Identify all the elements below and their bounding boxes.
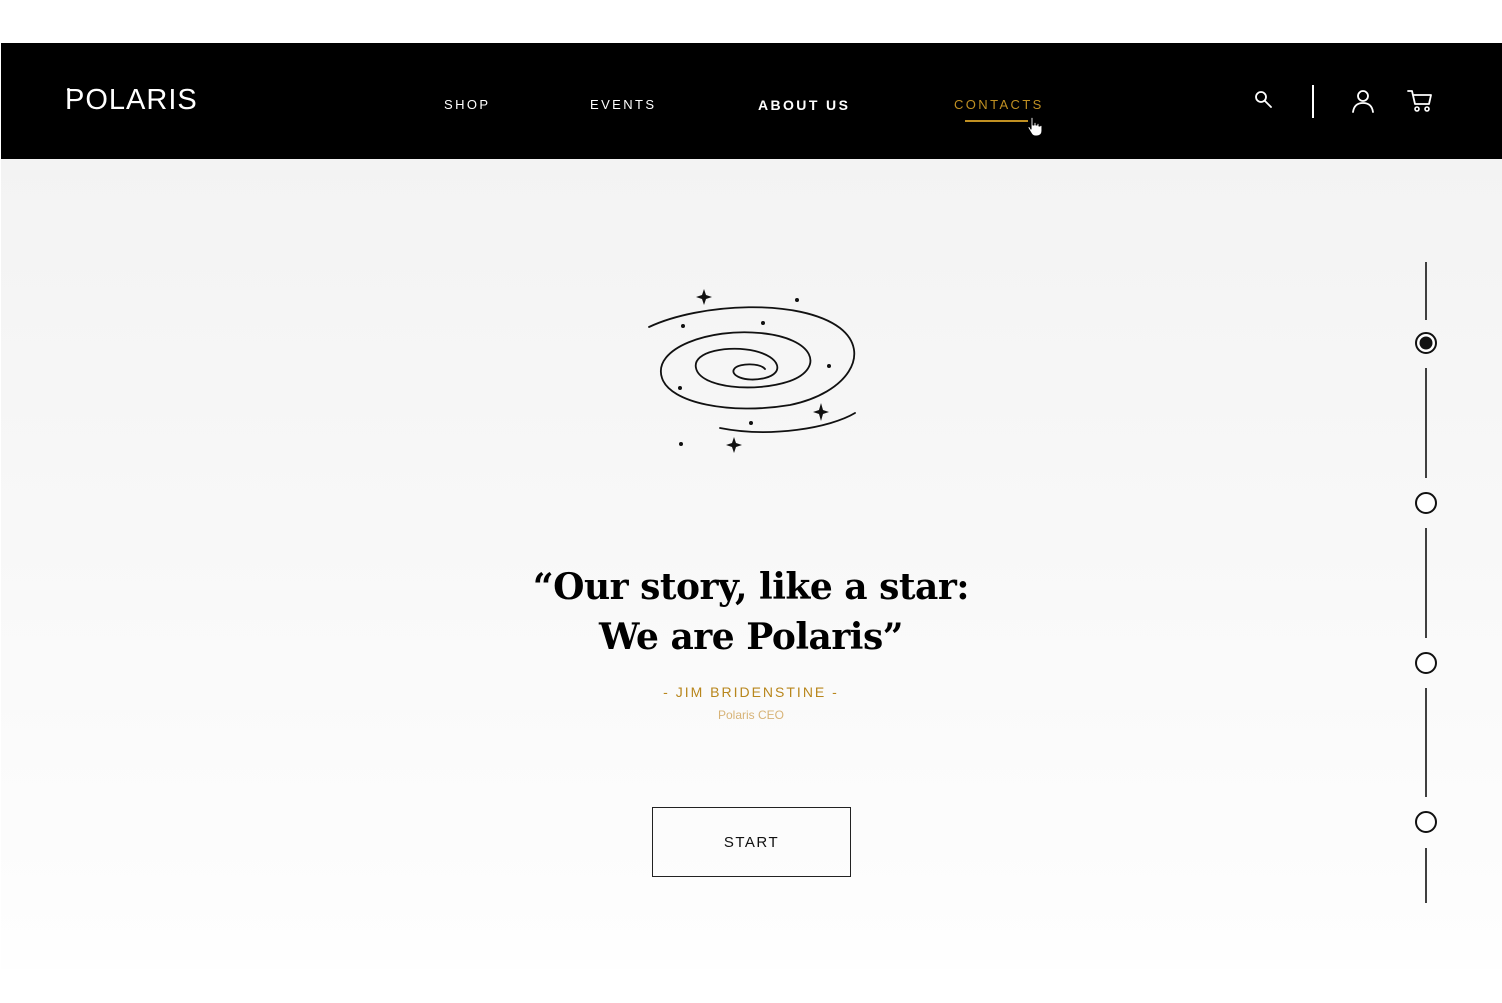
author-role: Polaris CEO	[717, 708, 785, 722]
nav-item-contacts[interactable]: CONTACTS	[954, 98, 1044, 111]
nav-item-about-us[interactable]: ABOUT US	[758, 98, 850, 112]
start-button[interactable]: START	[652, 807, 851, 877]
search-icon[interactable]	[1254, 90, 1276, 112]
header-divider	[1312, 85, 1314, 118]
pager-dot-2[interactable]	[1415, 492, 1437, 514]
quote-line-1: “Our story, like a star:	[532, 566, 970, 608]
quote-author: - JIM BRIDENSTINE -	[663, 684, 839, 700]
quote-line-2: We are Polaris”	[599, 616, 903, 658]
pager-dot-4[interactable]	[1415, 811, 1437, 833]
hand-cursor-icon	[1027, 116, 1043, 137]
nav-item-shop[interactable]: SHOP	[444, 98, 490, 111]
section-pager	[1415, 262, 1437, 903]
nav-item-events[interactable]: EVENTS	[590, 98, 656, 111]
nav-active-underline	[965, 120, 1028, 122]
pager-dot-3[interactable]	[1415, 652, 1437, 674]
pager-dot-1[interactable]	[1415, 332, 1437, 354]
galaxy-illustration	[648, 289, 856, 453]
brand-logo[interactable]: POLARIS	[65, 86, 198, 115]
cart-icon[interactable]	[1406, 88, 1434, 114]
user-icon[interactable]	[1350, 88, 1376, 114]
top-navbar	[1, 43, 1502, 159]
hero-quote: “Our story, like a star: We are Polaris”	[451, 562, 1051, 662]
